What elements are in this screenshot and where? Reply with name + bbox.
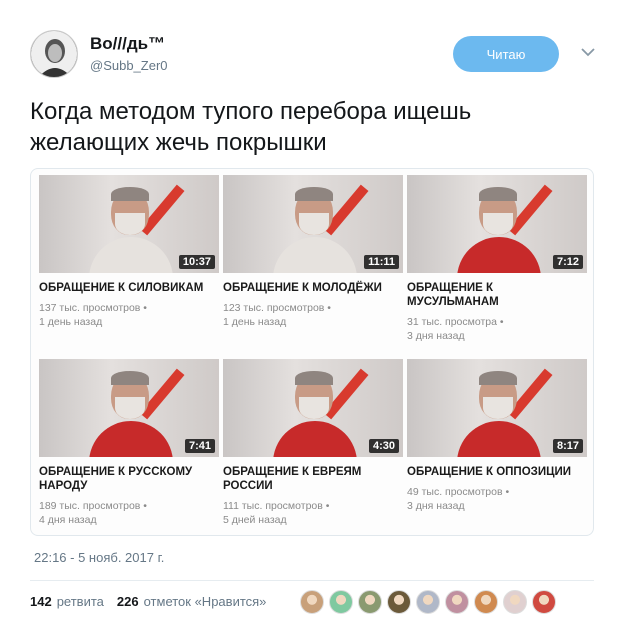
tweet-text: Когда методом тупого перебора ищешь жела… (30, 98, 472, 156)
video-title: ОБРАЩЕНИЕ К ЕВРЕЯМ РОССИИ (223, 466, 362, 492)
liker-avatar[interactable] (474, 590, 498, 614)
video-title: ОБРАЩЕНИЕ К РУССКОМУ НАРОДУ (39, 466, 193, 492)
chevron-down-icon[interactable] (578, 42, 598, 62)
user-handle[interactable]: @Subb_Zer0 (90, 58, 168, 73)
liker-avatar[interactable] (416, 590, 440, 614)
liker-avatar[interactable] (532, 590, 556, 614)
video-duration: 10:37 (178, 255, 215, 269)
liker-avatar[interactable] (329, 590, 353, 614)
video-views: 31 тыс. просмотра • (407, 316, 504, 328)
video-card[interactable]: 11:11 ОБРАЩЕНИЕ К МОЛОДЁЖИ 123 тыс. просмо… (223, 175, 403, 329)
video-age: 5 дней назад (223, 514, 287, 526)
avatar[interactable] (30, 30, 78, 78)
likers-avatars (300, 590, 556, 614)
video-card[interactable]: 7:41 ОБРАЩЕНИЕ К РУССКОМУ НАРОДУ 189 тыс. … (39, 359, 219, 527)
video-age: 1 день назад (223, 316, 287, 328)
video-views: 189 тыс. просмотров • (39, 500, 147, 512)
video-views: 111 тыс. просмотров • (223, 500, 330, 512)
user-name[interactable]: Во///дь™ (90, 34, 165, 54)
video-title: ОБРАЩЕНИЕ К ОППОЗИЦИИ (407, 466, 572, 478)
likes-label[interactable]: отметок «Нравится» (144, 594, 267, 609)
video-title: ОБРАЩЕНИЕ К СИЛОВИКАМ (39, 282, 204, 294)
video-views: 123 тыс. просмотров • (223, 302, 331, 314)
liker-avatar[interactable] (445, 590, 469, 614)
video-thumbnail[interactable]: 11:11 (223, 175, 403, 273)
liker-avatar[interactable] (387, 590, 411, 614)
liker-avatar[interactable] (300, 590, 324, 614)
video-duration: 11:11 (364, 255, 399, 269)
video-title: ОБРАЩЕНИЕ К МОЛОДЁЖИ (223, 282, 382, 294)
video-thumbnail[interactable]: 4:30 (223, 359, 403, 457)
liker-avatar[interactable] (358, 590, 382, 614)
video-thumbnail[interactable]: 7:12 (407, 175, 587, 273)
video-views: 49 тыс. просмотров • (407, 486, 510, 498)
video-duration: 8:17 (552, 439, 583, 453)
video-card[interactable]: 7:12 ОБРАЩЕНИЕ К МУСУЛЬМАНАМ 31 тыс. просм… (407, 175, 587, 343)
video-duration: 7:41 (184, 439, 215, 453)
video-card[interactable]: 10:37 ОБРАЩЕНИЕ К СИЛОВИКАМ 137 тыс. просм… (39, 175, 219, 329)
tweet-header: Во///дь™ @Subb_Zer0 Читаю (30, 28, 600, 80)
video-age: 3 дня назад (407, 330, 465, 342)
video-duration: 7:12 (552, 255, 583, 269)
video-thumbnail[interactable]: 10:37 (39, 175, 219, 273)
video-card[interactable]: 4:30 ОБРАЩЕНИЕ К ЕВРЕЯМ РОССИИ 111 тыс. пр… (223, 359, 403, 527)
likes-count[interactable]: 226 (117, 594, 139, 609)
video-thumbnail[interactable]: 7:41 (39, 359, 219, 457)
retweets-count[interactable]: 142 (30, 594, 52, 609)
divider (30, 580, 594, 581)
video-title: ОБРАЩЕНИЕ К МУСУЛЬМАНАМ (407, 282, 499, 308)
following-button[interactable]: Читаю (453, 36, 559, 72)
tweet-timestamp[interactable]: 22:16 - 5 нояб. 2017 г. (34, 550, 164, 565)
video-thumbnail[interactable]: 8:17 (407, 359, 587, 457)
retweets-label[interactable]: ретвита (57, 594, 104, 609)
video-age: 1 день назад (39, 316, 103, 328)
video-age: 4 дня назад (39, 514, 97, 526)
tweet-stats: 142 ретвита 226 отметок «Нравится» (30, 594, 266, 609)
tweet-media-image[interactable]: 10:37 ОБРАЩЕНИЕ К СИЛОВИКАМ 137 тыс. просм… (30, 168, 594, 536)
video-views: 137 тыс. просмотров • (39, 302, 147, 314)
liker-avatar[interactable] (503, 590, 527, 614)
video-age: 3 дня назад (407, 500, 465, 512)
video-duration: 4:30 (368, 439, 399, 453)
video-card[interactable]: 8:17 ОБРАЩЕНИЕ К ОППОЗИЦИИ 49 тыс. просмот… (407, 359, 587, 513)
